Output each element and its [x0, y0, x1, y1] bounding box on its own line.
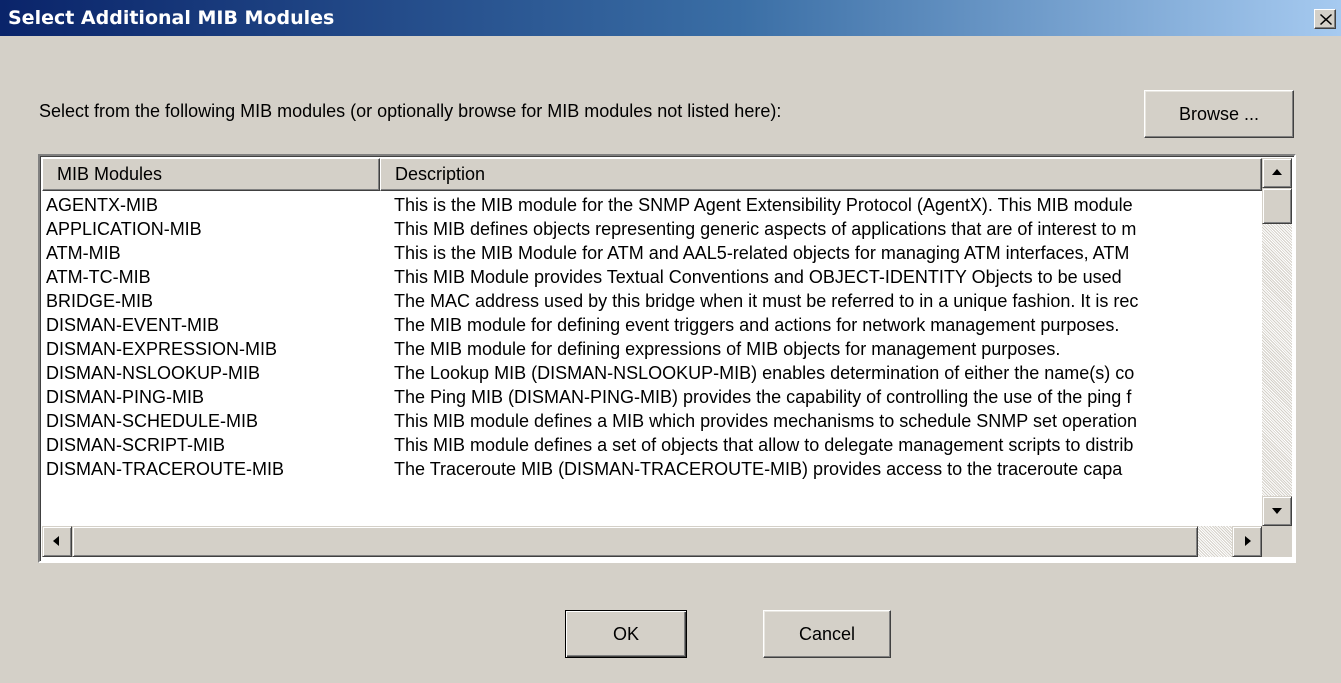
- module-description: The Lookup MIB (DISMAN-NSLOOKUP-MIB) ena…: [394, 363, 1135, 383]
- module-name: DISMAN-SCRIPT-MIB: [46, 435, 226, 455]
- module-name: ATM-TC-MIB: [46, 267, 151, 287]
- module-name: DISMAN-EVENT-MIB: [46, 315, 220, 335]
- module-description: This MIB defines objects representing ge…: [394, 219, 1137, 239]
- module-description: The MIB module for defining event trigge…: [394, 315, 1120, 335]
- scroll-right-button[interactable]: [1232, 526, 1262, 557]
- mib-modules-list[interactable]: MIB Modules Description AGENTX-MIB This …: [38, 154, 1296, 563]
- scrollbar-corner: [1262, 526, 1292, 557]
- scroll-left-button[interactable]: [42, 526, 72, 557]
- module-description: The MIB module for defining expressions …: [394, 339, 1061, 359]
- list-row[interactable]: DISMAN-NSLOOKUP-MIB The Lookup MIB (DISM…: [42, 361, 1262, 385]
- title-bar[interactable]: Select Additional MIB Modules: [0, 0, 1341, 36]
- list-row[interactable]: DISMAN-SCRIPT-MIB This MIB module define…: [42, 433, 1262, 457]
- module-description: The Ping MIB (DISMAN-PING-MIB) provides …: [394, 387, 1132, 407]
- module-name: ATM-MIB: [46, 243, 121, 263]
- module-description: This is the MIB module for the SNMP Agen…: [394, 195, 1133, 215]
- module-description: This MIB module defines a MIB which prov…: [394, 411, 1138, 431]
- module-name: APPLICATION-MIB: [46, 219, 202, 239]
- close-x-icon: [1320, 14, 1332, 25]
- cancel-button[interactable]: Cancel: [763, 610, 891, 658]
- module-description: The Traceroute MIB (DISMAN-TRACEROUTE-MI…: [394, 459, 1123, 479]
- instruction-text: Select from the following MIB modules (o…: [39, 101, 782, 121]
- module-name: DISMAN-NSLOOKUP-MIB: [46, 363, 261, 383]
- scroll-down-button[interactable]: [1262, 496, 1292, 526]
- column-header-mib-modules[interactable]: MIB Modules: [42, 158, 380, 191]
- arrow-right-icon: [1245, 536, 1251, 546]
- list-row[interactable]: APPLICATION-MIB This MIB defines objects…: [42, 217, 1262, 241]
- list-row[interactable]: DISMAN-SCHEDULE-MIB This MIB module defi…: [42, 409, 1262, 433]
- list-row[interactable]: DISMAN-EXPRESSION-MIB The MIB module for…: [42, 337, 1262, 361]
- list-row[interactable]: AGENTX-MIB This is the MIB module for th…: [42, 193, 1262, 217]
- list-header: MIB Modules Description: [42, 158, 1262, 191]
- scroll-up-button[interactable]: [1262, 158, 1292, 188]
- column-header-description[interactable]: Description: [380, 158, 1262, 191]
- list-row[interactable]: DISMAN-TRACEROUTE-MIB The Traceroute MIB…: [42, 457, 1262, 481]
- select-mib-modules-dialog: Select Additional MIB Modules Select fro…: [0, 0, 1341, 683]
- module-description: This is the MIB Module for ATM and AAL5-…: [394, 243, 1130, 263]
- list-row[interactable]: DISMAN-PING-MIB The Ping MIB (DISMAN-PIN…: [42, 385, 1262, 409]
- module-description: This MIB Module provides Textual Convent…: [394, 267, 1122, 287]
- vertical-scrollbar[interactable]: [1262, 158, 1292, 526]
- list-row[interactable]: ATM-TC-MIB This MIB Module provides Text…: [42, 265, 1262, 289]
- list-row[interactable]: ATM-MIB This is the MIB Module for ATM a…: [42, 241, 1262, 265]
- module-name: DISMAN-PING-MIB: [46, 387, 205, 407]
- arrow-left-icon: [53, 536, 59, 546]
- ok-button[interactable]: OK: [565, 610, 687, 658]
- module-name: DISMAN-SCHEDULE-MIB: [46, 411, 259, 431]
- arrow-up-icon: [1272, 169, 1282, 175]
- window-title: Select Additional MIB Modules: [8, 7, 335, 29]
- horizontal-scroll-thumb[interactable]: [72, 526, 1198, 557]
- list-row[interactable]: DISMAN-EVENT-MIB The MIB module for defi…: [42, 313, 1262, 337]
- list-row[interactable]: BRIDGE-MIB The MAC address used by this …: [42, 289, 1262, 313]
- module-name: DISMAN-EXPRESSION-MIB: [46, 339, 278, 359]
- browse-button[interactable]: Browse ...: [1144, 90, 1294, 138]
- module-name: BRIDGE-MIB: [46, 291, 154, 311]
- vertical-scroll-thumb[interactable]: [1262, 188, 1292, 224]
- module-description: The MAC address used by this bridge when…: [394, 291, 1139, 311]
- module-description: This MIB module defines a set of objects…: [394, 435, 1134, 455]
- arrow-down-icon: [1272, 508, 1282, 514]
- list-rows: AGENTX-MIB This is the MIB module for th…: [42, 193, 1262, 523]
- module-name: DISMAN-TRACEROUTE-MIB: [46, 459, 284, 479]
- module-name: AGENTX-MIB: [46, 195, 159, 215]
- horizontal-scrollbar[interactable]: [42, 526, 1262, 557]
- close-button[interactable]: [1314, 9, 1336, 29]
